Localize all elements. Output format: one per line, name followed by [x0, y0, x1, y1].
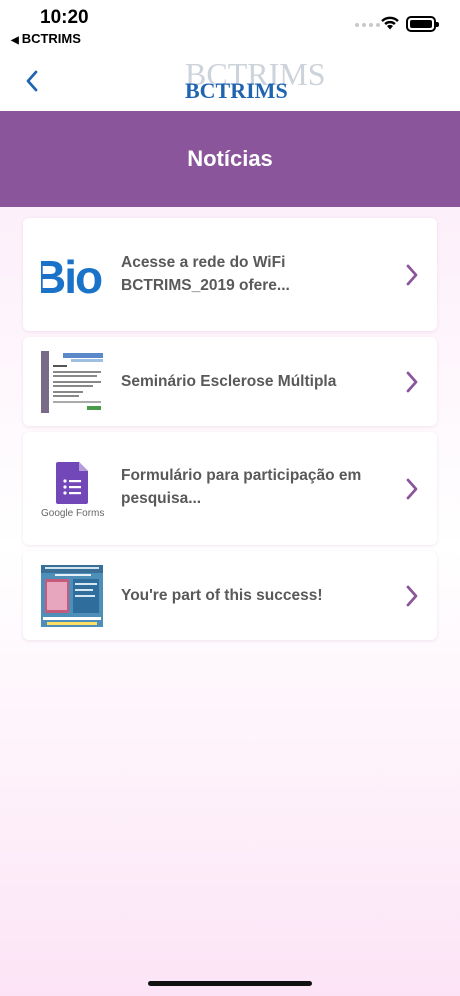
navigation-bar: BCTRIMS BCTRIMS [0, 50, 460, 111]
news-item-title: Acesse a rede do WiFi BCTRIMS_2019 ofere… [121, 254, 290, 294]
chevron-right-icon [406, 371, 418, 393]
news-item[interactable]: Seminário Esclerose Múltipla [23, 337, 437, 426]
news-item[interactable]: Google Forms Formulário para participaçã… [23, 432, 437, 545]
home-indicator[interactable] [148, 981, 312, 986]
document-thumbnail [41, 351, 103, 413]
chevron-right-icon [406, 264, 418, 286]
back-to-app-link[interactable]: ◀ BCTRIMS [11, 31, 81, 46]
status-bar: 10:20 ◀ BCTRIMS [0, 0, 460, 50]
chevron-right-icon [406, 585, 418, 607]
status-time: 10:20 [40, 7, 89, 28]
signal-icon [355, 23, 380, 27]
back-app-label: BCTRIMS [21, 31, 81, 46]
news-item-title: You're part of this success! [121, 587, 323, 604]
news-item[interactable]: You're part of this success! [23, 551, 437, 640]
page-header: Notícias [0, 111, 460, 207]
google-forms-label: Google Forms [41, 508, 105, 519]
blog-thumb-text: Biog [41, 251, 103, 303]
battery-icon [406, 16, 439, 32]
news-item[interactable]: Biog Acesse a rede do WiFi BCTRIMS_2019 … [23, 218, 437, 331]
google-forms-icon: Google Forms [39, 460, 105, 522]
back-chevron-icon[interactable] [22, 66, 46, 96]
logo-text: BCTRIMS [185, 78, 288, 103]
back-triangle-icon: ◀ [11, 35, 19, 46]
wifi-icon [381, 16, 399, 30]
news-item-title: Seminário Esclerose Múltipla [121, 373, 337, 390]
blog-icon: Biog [41, 244, 103, 306]
news-item-title: Formulário para participação em pesquisa… [121, 467, 362, 507]
chevron-right-icon [406, 478, 418, 500]
page-title: Notícias [187, 146, 273, 171]
bctrims-logo: BCTRIMS BCTRIMS [175, 54, 325, 106]
poster-thumbnail [41, 565, 103, 627]
